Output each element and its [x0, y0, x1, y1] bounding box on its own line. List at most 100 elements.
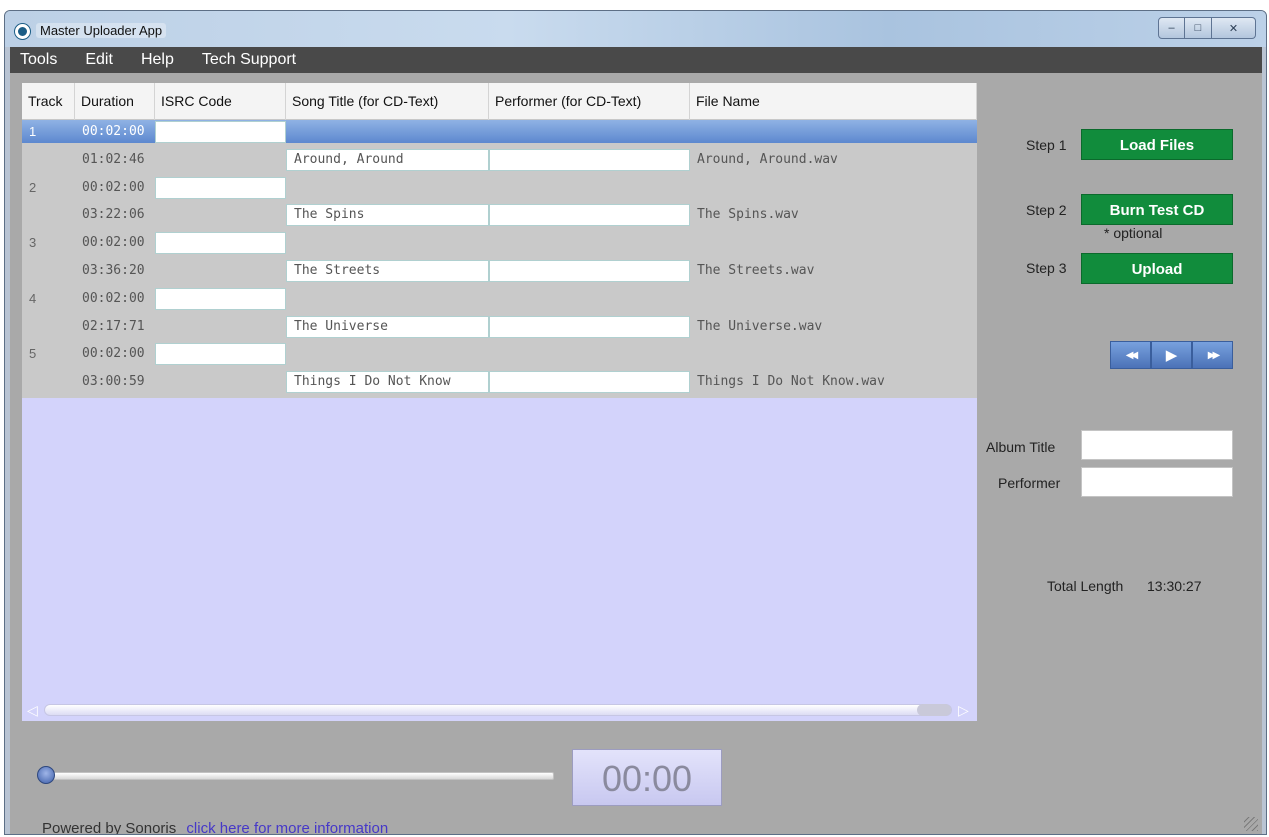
- performer-cell[interactable]: [489, 371, 690, 394]
- song-title-cell[interactable]: Around, Around: [286, 148, 489, 171]
- duration-cell: 00:02:00: [82, 124, 145, 139]
- close-icon: ✕: [1228, 22, 1239, 35]
- performer-input[interactable]: [1081, 467, 1233, 497]
- track-number-cell: 4: [29, 290, 37, 306]
- song-title-cell[interactable]: The Streets: [286, 260, 489, 282]
- time-display: 00:00: [572, 749, 722, 806]
- song-title-cell[interactable]: The Universe: [286, 315, 489, 338]
- table-row[interactable]: 5 00:02:00: [22, 342, 977, 366]
- file-name-cell: Things I Do Not Know.wav: [697, 374, 885, 390]
- column-header-isrc[interactable]: ISRC Code: [155, 83, 286, 120]
- performer-cell[interactable]: [489, 315, 690, 338]
- minimize-button[interactable]: –: [1158, 17, 1185, 39]
- duration-cell: 03:22:06: [82, 207, 145, 223]
- column-header-track[interactable]: Track: [22, 83, 75, 120]
- duration-cell: 00:02:00: [82, 179, 145, 195]
- table-row[interactable]: 03:00:59 Things I Do Not Know Things I Do …: [22, 370, 977, 394]
- powered-by-text: Powered by Sonoris: [42, 820, 177, 835]
- rewind-icon: ◀◀: [1125, 349, 1139, 361]
- isrc-cell: [155, 315, 286, 338]
- table-row[interactable]: 03:36:20 The Streets The Streets.wav: [22, 259, 977, 282]
- track-grid[interactable]: Track Duration ISRC Code Song Title (for…: [22, 83, 977, 721]
- scroll-track[interactable]: [44, 704, 952, 716]
- performer-cell[interactable]: [489, 260, 690, 282]
- burn-test-cd-button[interactable]: Burn Test CD: [1081, 194, 1233, 225]
- duration-cell: 02:17:71: [82, 318, 145, 334]
- client-area: Track Duration ISRC Code Song Title (for…: [10, 73, 1262, 835]
- scroll-thumb[interactable]: [917, 704, 951, 716]
- isrc-cell[interactable]: [155, 287, 286, 310]
- window-controls: – □ ✕: [1158, 17, 1256, 39]
- fast-forward-button[interactable]: ▶▶: [1192, 341, 1233, 369]
- scroll-left-icon[interactable]: ◁: [27, 703, 41, 717]
- column-header-performer[interactable]: Performer (for CD-Text): [489, 83, 690, 120]
- performer-cell[interactable]: [489, 204, 690, 227]
- window-title: Master Uploader App: [36, 23, 167, 38]
- song-title-cell: [286, 231, 489, 254]
- app-window: Master Uploader App – □ ✕ Tools Edit Hel…: [4, 10, 1267, 835]
- total-length-label: Total Length: [1047, 578, 1124, 594]
- table-row[interactable]: 03:22:06 The Spins The Spins.wav: [22, 203, 977, 227]
- table-row[interactable]: 02:17:71 The Universe The Universe.wav: [22, 315, 977, 338]
- file-name-cell: [690, 287, 977, 310]
- track-number-cell: [22, 315, 75, 338]
- maximize-icon: □: [1194, 22, 1202, 34]
- isrc-cell: [155, 203, 286, 226]
- menu-help[interactable]: Help: [131, 51, 184, 69]
- duration-cell: 03:00:59: [82, 374, 145, 390]
- song-title-cell: [286, 176, 489, 199]
- menu-tools[interactable]: Tools: [10, 51, 67, 69]
- performer-cell: [489, 231, 690, 254]
- performer-cell[interactable]: [489, 148, 690, 171]
- track-rows: 1 00:02:00 01:02:46 Around, Around Around, A…: [22, 120, 977, 398]
- rewind-button[interactable]: ◀◀: [1110, 341, 1151, 369]
- step3-label: Step 3: [1026, 260, 1067, 276]
- position-slider-track[interactable]: [44, 772, 554, 780]
- horizontal-scrollbar[interactable]: ◁ ▷: [22, 699, 977, 721]
- isrc-cell[interactable]: [155, 232, 286, 255]
- resize-grip-icon[interactable]: [1244, 817, 1258, 831]
- step1-label: Step 1: [1026, 137, 1067, 153]
- file-name-cell: Around, Around.wav: [697, 151, 838, 167]
- table-row[interactable]: 4 00:02:00: [22, 287, 977, 310]
- column-header-file-name[interactable]: File Name: [690, 83, 977, 120]
- upload-button[interactable]: Upload: [1081, 253, 1233, 284]
- scroll-right-icon[interactable]: ▷: [958, 703, 972, 717]
- song-title-cell[interactable]: Things I Do Not Know: [286, 371, 489, 394]
- menu-edit[interactable]: Edit: [75, 51, 123, 69]
- minimize-icon: –: [1168, 22, 1175, 34]
- maximize-button[interactable]: □: [1185, 17, 1212, 39]
- isrc-cell[interactable]: [155, 176, 286, 199]
- table-row[interactable]: 3 00:02:00: [22, 231, 977, 255]
- file-name-cell: The Universe.wav: [697, 318, 823, 334]
- track-number-cell: [22, 203, 75, 226]
- isrc-cell[interactable]: [155, 343, 286, 366]
- table-row[interactable]: 01:02:46 Around, Around Around, Around.wav: [22, 148, 977, 171]
- position-slider-knob[interactable]: [37, 766, 55, 784]
- column-header-song-title[interactable]: Song Title (for CD-Text): [286, 83, 489, 120]
- album-title-label: Album Title: [986, 439, 1056, 455]
- album-title-input[interactable]: [1081, 430, 1233, 460]
- performer-cell: [489, 120, 690, 143]
- column-header-duration[interactable]: Duration: [75, 83, 155, 120]
- menu-tech-support[interactable]: Tech Support: [192, 51, 306, 69]
- performer-cell: [489, 342, 690, 365]
- track-number-cell: 2: [29, 179, 37, 195]
- performer-cell: [489, 176, 690, 199]
- table-row[interactable]: 2 00:02:00: [22, 176, 977, 199]
- track-number-cell: [22, 370, 75, 393]
- step2-optional-note: * optional: [1104, 225, 1163, 241]
- table-row[interactable]: 1 00:02:00: [22, 120, 977, 143]
- song-title-cell[interactable]: The Spins: [286, 204, 489, 227]
- track-number-cell: 3: [29, 235, 37, 251]
- duration-cell: 03:36:20: [82, 263, 145, 278]
- more-info-link[interactable]: click here for more information: [186, 820, 388, 834]
- app-icon: [15, 24, 30, 39]
- title-bar[interactable]: Master Uploader App – □ ✕: [5, 11, 1266, 47]
- isrc-cell[interactable]: [155, 121, 286, 143]
- load-files-button[interactable]: Load Files: [1081, 129, 1233, 160]
- play-button[interactable]: ▶: [1151, 341, 1192, 369]
- isrc-cell: [155, 148, 286, 171]
- file-name-cell: The Spins.wav: [697, 207, 799, 223]
- close-button[interactable]: ✕: [1212, 17, 1256, 39]
